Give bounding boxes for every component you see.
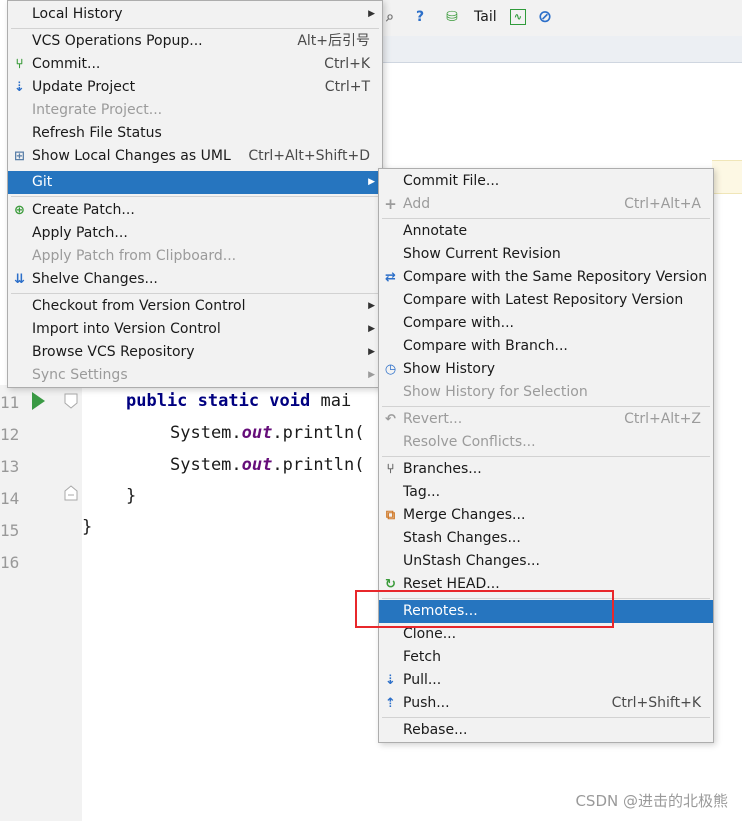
line-number: 11 <box>0 393 20 412</box>
menu-item-compare-latest-version[interactable]: Compare with Latest Repository Version <box>379 289 713 312</box>
menu-item-rebase[interactable]: Rebase... <box>379 719 713 742</box>
menu-item-git[interactable]: Git ▶ <box>8 171 382 194</box>
menu-item-commit[interactable]: ⑂ Commit... Ctrl+K <box>8 53 382 76</box>
compare-icon: ⇄ <box>385 270 396 285</box>
shelve-icon: ⇊ <box>14 272 25 287</box>
menu-item-apply-patch[interactable]: Apply Patch... <box>8 222 382 245</box>
code-line-11: public static void mai <box>126 391 352 411</box>
merge-icon: ⧉ <box>385 508 396 523</box>
line-number: 15 <box>0 521 20 540</box>
code-line-13: System.out.println( <box>170 455 365 475</box>
submenu-arrow-icon: ▶ <box>368 301 375 311</box>
question-icon[interactable]: ? <box>410 6 430 28</box>
editor-tab-strip <box>380 36 742 63</box>
commit-icon: ⑂ <box>15 57 24 72</box>
menu-item-show-history[interactable]: ◷ Show History <box>379 358 713 381</box>
terminal-icon[interactable]: ⛁ <box>442 6 462 28</box>
menu-item-local-history[interactable]: Local History ▶ <box>8 3 382 26</box>
menu-separator <box>382 406 710 407</box>
submenu-arrow-icon: ▶ <box>368 177 375 187</box>
git-submenu: Commit File... + Add Ctrl+Alt+A Annotate S… <box>378 168 714 743</box>
watermark: CSDN @进击的北极熊 <box>575 792 728 810</box>
push-icon: ⇡ <box>385 696 396 711</box>
menu-item-show-local-changes-uml[interactable]: ⊞ Show Local Changes as UML Ctrl+Alt+Shift… <box>8 145 382 168</box>
menu-item-pull[interactable]: ⇣ Pull... <box>379 669 713 692</box>
menu-item-integrate-project[interactable]: Integrate Project... <box>8 99 382 122</box>
menu-item-show-history-selection[interactable]: Show History for Selection <box>379 381 713 404</box>
menu-separator <box>382 218 710 219</box>
vcs-menu: Local History ▶ VCS Operations Popup... Al… <box>7 0 383 388</box>
toolbar-history-icon[interactable]: ⌕ <box>380 6 400 28</box>
menu-item-import-vcs[interactable]: Import into Version Control ▶ <box>8 318 382 341</box>
run-icon[interactable] <box>30 391 46 411</box>
fold-icon[interactable] <box>64 485 78 501</box>
menu-separator <box>11 293 379 294</box>
revert-icon: ↶ <box>385 412 396 427</box>
code-line-14: } <box>126 486 137 506</box>
main-toolbar: ⌕ ? ⛁ Tail ∿ ⊘ <box>380 0 742 37</box>
menu-item-annotate[interactable]: Annotate <box>379 220 713 243</box>
menu-item-stash-changes[interactable]: Stash Changes... <box>379 527 713 550</box>
menu-item-vcs-operations-popup[interactable]: VCS Operations Popup... Alt+后引号 <box>8 30 382 53</box>
uml-icon: ⊞ <box>14 149 25 164</box>
line-number: 12 <box>0 425 20 444</box>
code-line-15: } <box>82 517 93 537</box>
menu-item-sync-settings[interactable]: Sync Settings ▶ <box>8 364 382 387</box>
menu-item-unstash-changes[interactable]: UnStash Changes... <box>379 550 713 573</box>
highlight-annotation-box <box>355 590 614 628</box>
history-icon: ◷ <box>384 362 397 377</box>
menu-item-push[interactable]: ⇡ Push... Ctrl+Shift+K <box>379 692 713 715</box>
menu-item-revert[interactable]: ↶ Revert... Ctrl+Alt+Z <box>379 408 713 431</box>
menu-separator <box>11 196 379 197</box>
line-number: 13 <box>0 457 20 476</box>
fold-icon[interactable] <box>64 393 78 409</box>
menu-item-commit-file[interactable]: Commit File... <box>379 170 713 193</box>
editor-notification-strip <box>712 160 742 194</box>
monitor-icon[interactable]: ∿ <box>510 9 526 25</box>
menu-item-fetch[interactable]: Fetch <box>379 646 713 669</box>
line-number: 16 <box>0 553 20 572</box>
menu-item-compare-with[interactable]: Compare with... <box>379 312 713 335</box>
create-patch-icon: ⊕ <box>14 203 25 218</box>
menu-item-checkout[interactable]: Checkout from Version Control ▶ <box>8 295 382 318</box>
code-line-12: System.out.println( <box>170 423 365 443</box>
menu-item-compare-same-version[interactable]: ⇄ Compare with the Same Repository Versio… <box>379 266 713 289</box>
pull-icon: ⇣ <box>385 673 396 688</box>
editor-gutter: 11 12 13 14 15 16 <box>0 385 82 821</box>
submenu-arrow-icon: ▶ <box>368 324 375 334</box>
menu-item-show-current-revision[interactable]: Show Current Revision <box>379 243 713 266</box>
branches-icon: ⑂ <box>386 462 395 477</box>
menu-item-shelve-changes[interactable]: ⇊ Shelve Changes... <box>8 268 382 291</box>
menu-separator <box>11 28 379 29</box>
menu-item-add[interactable]: + Add Ctrl+Alt+A <box>379 193 713 216</box>
menu-separator <box>382 717 710 718</box>
submenu-arrow-icon: ▶ <box>368 347 375 357</box>
line-number: 14 <box>0 489 20 508</box>
menu-item-create-patch[interactable]: ⊕ Create Patch... <box>8 199 382 222</box>
menu-item-compare-with-branch[interactable]: Compare with Branch... <box>379 335 713 358</box>
submenu-arrow-icon: ▶ <box>368 9 375 19</box>
tail-button[interactable]: Tail <box>474 9 497 25</box>
stop-icon[interactable]: ⊘ <box>535 6 555 28</box>
menu-item-merge-changes[interactable]: ⧉ Merge Changes... <box>379 504 713 527</box>
menu-separator <box>382 456 710 457</box>
menu-item-update-project[interactable]: ⇣ Update Project Ctrl+T <box>8 76 382 99</box>
menu-item-resolve-conflicts[interactable]: Resolve Conflicts... <box>379 431 713 454</box>
update-project-icon: ⇣ <box>14 80 25 95</box>
plus-icon: + <box>384 195 397 213</box>
menu-item-tag[interactable]: Tag... <box>379 481 713 504</box>
menu-item-refresh-file-status[interactable]: Refresh File Status <box>8 122 382 145</box>
submenu-arrow-icon: ▶ <box>368 370 375 380</box>
menu-item-browse-vcs[interactable]: Browse VCS Repository ▶ <box>8 341 382 364</box>
menu-item-apply-patch-clipboard[interactable]: Apply Patch from Clipboard... <box>8 245 382 268</box>
menu-item-branches[interactable]: ⑂ Branches... <box>379 458 713 481</box>
